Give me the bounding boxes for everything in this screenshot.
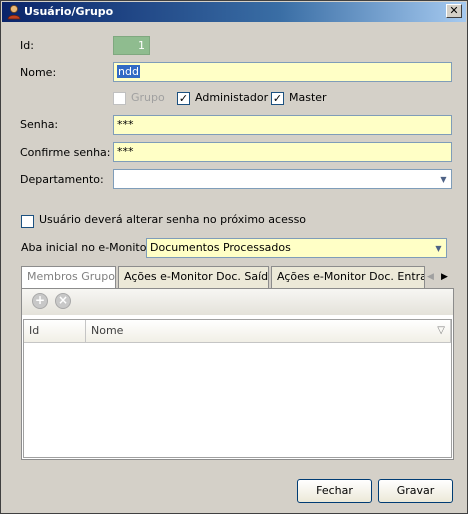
- membros-grupo-panel: + × Id Nome ▽: [21, 288, 454, 460]
- grupo-label: Grupo: [131, 91, 165, 104]
- close-button[interactable]: ✕: [446, 4, 462, 18]
- column-header-id[interactable]: Id: [24, 320, 86, 343]
- sort-icon[interactable]: ▽: [437, 320, 445, 342]
- alterar-senha-checkbox[interactable]: [21, 215, 34, 228]
- aba-inicial-combo[interactable]: Documentos Processados ▼: [146, 238, 447, 258]
- column-header-nome[interactable]: Nome ▽: [86, 320, 451, 343]
- aba-inicial-label: Aba inicial no e-Monitor:: [21, 241, 155, 254]
- chevron-down-icon[interactable]: ▼: [438, 174, 449, 185]
- id-value: 1: [113, 36, 150, 55]
- nome-value: ndd: [117, 65, 140, 78]
- tab-next-icon[interactable]: ▶: [441, 272, 448, 282]
- alterar-senha-label: Usuário deverá alterar senha no próximo …: [39, 213, 307, 226]
- gravar-button[interactable]: Gravar: [378, 479, 453, 503]
- senha-field[interactable]: ***: [113, 115, 452, 135]
- departamento-combo[interactable]: ▼: [113, 169, 452, 189]
- senha-label: Senha:: [20, 118, 59, 131]
- id-label: Id:: [20, 39, 34, 52]
- add-icon[interactable]: +: [32, 293, 48, 309]
- confirme-senha-label: Confirme senha:: [20, 146, 111, 159]
- nome-label: Nome:: [20, 66, 57, 79]
- master-checkbox[interactable]: ✓: [271, 92, 284, 105]
- chevron-down-icon[interactable]: ▼: [433, 243, 444, 254]
- tab-acoes-entrada[interactable]: Ações e-Monitor Doc. Entrada: [271, 266, 425, 288]
- administrador-label: Administador: [195, 91, 269, 104]
- aba-inicial-value: Documentos Processados: [150, 241, 291, 254]
- members-toolbar: + ×: [22, 289, 453, 315]
- grupo-checkbox[interactable]: [113, 92, 126, 105]
- tab-acoes-saida[interactable]: Ações e-Monitor Doc. Saída: [118, 266, 269, 288]
- nome-field[interactable]: ndd: [113, 62, 452, 82]
- confirme-senha-field[interactable]: ***: [113, 142, 452, 162]
- title-bar[interactable]: Usuário/Grupo ✕: [2, 2, 466, 22]
- column-header-nome-label: Nome: [91, 324, 124, 337]
- fechar-button[interactable]: Fechar: [297, 479, 372, 503]
- tab-strip: Membros Grupo Ações e-Monitor Doc. Saída…: [21, 266, 454, 289]
- remove-icon[interactable]: ×: [55, 293, 71, 309]
- departamento-label: Departamento:: [20, 173, 104, 186]
- usuario-grupo-dialog: Usuário/Grupo ✕ Id: 1 Nome: ndd Grupo ✓ …: [0, 0, 468, 514]
- administrador-checkbox[interactable]: ✓: [177, 92, 190, 105]
- window-title: Usuário/Grupo: [24, 5, 114, 18]
- tab-prev-icon[interactable]: ◀: [427, 272, 434, 282]
- user-icon: [7, 5, 21, 20]
- master-label: Master: [289, 91, 327, 104]
- members-grid[interactable]: Id Nome ▽: [23, 319, 452, 458]
- tab-membros-grupo[interactable]: Membros Grupo: [21, 266, 116, 289]
